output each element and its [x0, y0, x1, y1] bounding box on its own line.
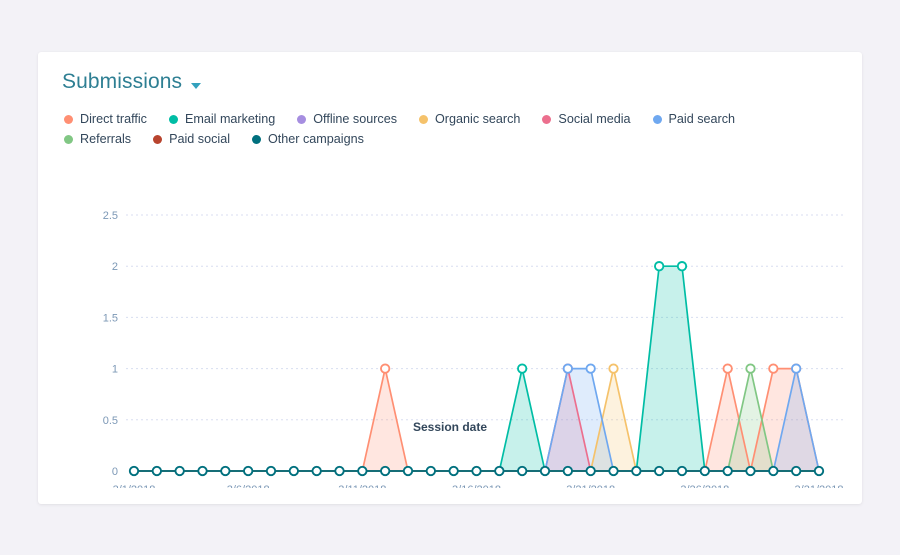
y-axis-tick-label: 1	[112, 364, 118, 376]
data-point-marker[interactable]	[243, 465, 254, 477]
data-point-marker[interactable]	[220, 465, 231, 477]
data-point-marker[interactable]	[494, 465, 505, 477]
y-axis-tick-label: 2	[112, 261, 118, 273]
data-point-marker[interactable]	[654, 261, 665, 272]
legend-item[interactable]: Offline sources	[297, 112, 397, 126]
data-point-marker[interactable]	[631, 465, 642, 477]
legend-color-dot-icon	[297, 114, 307, 124]
legend-color-dot-icon	[64, 114, 73, 124]
data-point-marker[interactable]	[745, 465, 756, 477]
data-point-marker[interactable]	[745, 363, 756, 374]
y-axis-tick-label: 2.5	[103, 210, 118, 222]
data-point-marker[interactable]	[448, 465, 459, 477]
x-axis-tick-label: 3/6/2018	[227, 484, 270, 488]
legend-item[interactable]: Other campaigns	[252, 132, 364, 146]
data-point-marker[interactable]	[699, 465, 710, 477]
legend-item-label: Paid search	[668, 112, 736, 126]
y-axis-tick-label: 1.5	[103, 312, 118, 324]
data-point-marker[interactable]	[722, 363, 733, 374]
data-point-marker[interactable]	[562, 465, 573, 477]
x-axis-tick-label: 3/31/2018	[795, 484, 844, 488]
legend-item-label: Social media	[558, 112, 631, 126]
chart-legend: Direct traffic Email marketing Offline sou…	[64, 112, 824, 152]
data-point-marker[interactable]	[585, 363, 596, 374]
legend-item[interactable]: Paid social	[153, 132, 230, 146]
data-point-marker[interactable]	[676, 465, 688, 477]
data-point-marker[interactable]	[608, 363, 619, 374]
legend-color-dot-icon	[64, 134, 73, 144]
data-point-marker[interactable]	[722, 465, 733, 477]
data-point-marker[interactable]	[654, 465, 665, 477]
legend-item-label: Offline sources	[313, 112, 398, 126]
data-point-marker[interactable]	[813, 465, 825, 477]
legend-item-label: Referrals	[80, 132, 132, 146]
data-point-marker[interactable]	[768, 465, 779, 477]
card-header: Submissions	[62, 70, 202, 94]
legend-color-dot-icon	[652, 114, 662, 124]
grid-lines	[126, 214, 845, 421]
data-point-marker[interactable]	[608, 465, 619, 477]
page-root: Submissions Direct traffic Email marketin…	[0, 0, 900, 555]
data-point-marker[interactable]	[791, 363, 802, 374]
data-point-marker[interactable]	[288, 465, 299, 477]
data-point-marker[interactable]	[791, 465, 802, 477]
x-axis-tick-label: 3/26/2018	[680, 484, 729, 488]
data-point-marker[interactable]	[471, 465, 482, 477]
chevron-down-icon[interactable]	[191, 82, 202, 89]
y-axis-tick-label: 0	[112, 466, 118, 478]
data-point-marker[interactable]	[676, 261, 688, 272]
legend-item-label: Email marketing	[184, 112, 276, 126]
legend-item[interactable]: Email marketing	[168, 112, 276, 126]
legend-item[interactable]: Social media	[542, 112, 631, 126]
data-point-marker[interactable]	[768, 363, 779, 374]
legend-item-label: Other campaigns	[268, 132, 364, 146]
x-axis-tick-label: 3/16/2018	[452, 484, 501, 488]
legend-item[interactable]: Direct traffic	[64, 112, 147, 126]
page-title: Submissions	[62, 70, 183, 93]
data-point-marker[interactable]	[380, 363, 391, 374]
legend-item[interactable]: Paid search	[652, 112, 736, 126]
data-point-marker[interactable]	[562, 363, 573, 374]
data-point-marker[interactable]	[265, 465, 277, 477]
data-point-marker[interactable]	[402, 465, 414, 477]
data-point-marker[interactable]	[539, 465, 551, 477]
data-point-marker[interactable]	[517, 363, 528, 374]
legend-item[interactable]: Organic search	[419, 112, 520, 126]
legend-item-label: Paid social	[169, 132, 230, 146]
data-point-marker[interactable]	[585, 465, 596, 477]
legend-color-dot-icon	[252, 134, 261, 144]
x-axis-tick-label: 3/1/2018	[113, 484, 156, 488]
data-point-marker[interactable]	[334, 465, 345, 477]
x-axis-ticks: 3/1/2018 3/6/2018 3/11/2018 3/16/2018 3/21/2…	[113, 484, 844, 488]
data-point-marker[interactable]	[128, 465, 140, 477]
data-point-marker[interactable]	[357, 465, 368, 477]
x-axis-tick-label: 3/21/2018	[566, 484, 615, 488]
submissions-card: Submissions Direct traffic Email marketin…	[38, 52, 862, 504]
x-axis-tick-label: 3/11/2018	[338, 484, 386, 488]
legend-color-dot-icon	[542, 114, 552, 124]
legend-item[interactable]: Referrals	[64, 132, 131, 146]
data-point-marker[interactable]	[425, 465, 436, 477]
data-point-marker[interactable]	[380, 465, 391, 477]
x-axis-label: Session date	[412, 420, 488, 434]
legend-color-dot-icon	[419, 114, 429, 124]
submissions-area-chart: 00.511.522.5 3/1/20183/6/20183/11/20183/…	[103, 210, 845, 488]
data-point-marker[interactable]	[517, 465, 528, 477]
data-point-marker[interactable]	[151, 465, 162, 477]
legend-item-label: Direct traffic	[80, 112, 147, 126]
legend-color-dot-icon	[153, 134, 163, 144]
y-axis-ticks: 00.511.522.5	[103, 210, 118, 478]
data-point-marker[interactable]	[311, 465, 322, 477]
legend-color-dot-icon	[168, 114, 178, 124]
data-point-marker[interactable]	[197, 465, 208, 477]
legend-item-label: Organic search	[435, 112, 521, 126]
data-point-marker[interactable]	[174, 465, 185, 477]
